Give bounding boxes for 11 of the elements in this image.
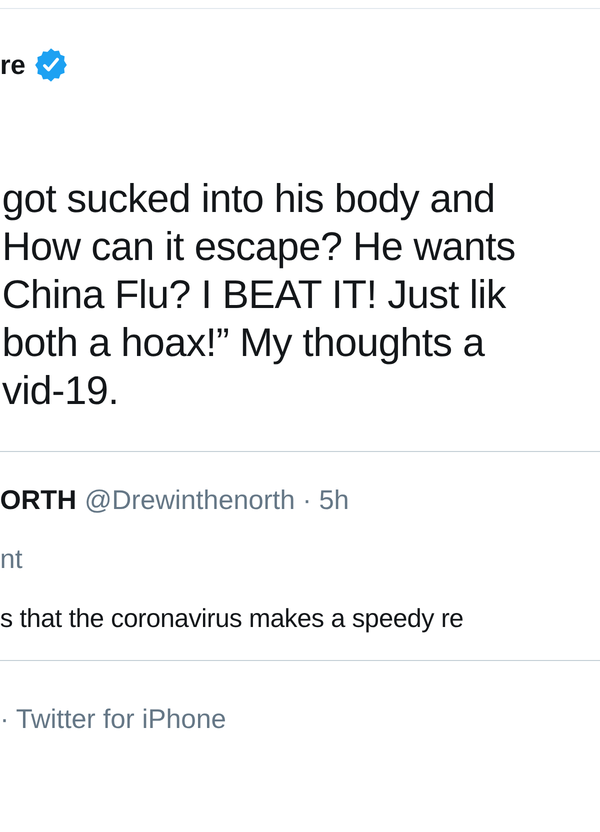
quoted-author-name: ORTH <box>0 484 76 517</box>
tweet-text-line: got sucked into his body and <box>2 176 496 223</box>
tweet-text-line: How can it escape? He wants <box>2 224 516 271</box>
quoted-author-meta: @Drewinthenorth · 5h <box>84 484 350 517</box>
quoted-text-fragment: nt <box>0 542 23 576</box>
author-name[interactable]: re <box>0 44 26 86</box>
tweet-source[interactable]: · Twitter for iPhone <box>0 704 226 734</box>
tweet-text-line: both a hoax!” My thoughts a <box>2 320 484 367</box>
quoted-tweet-text: s that the coronavirus makes a speedy re <box>0 602 464 635</box>
tweet-text-line: China Flu? I BEAT IT! Just lik <box>2 272 506 319</box>
tweet-text-line: vid-19. <box>2 368 119 415</box>
